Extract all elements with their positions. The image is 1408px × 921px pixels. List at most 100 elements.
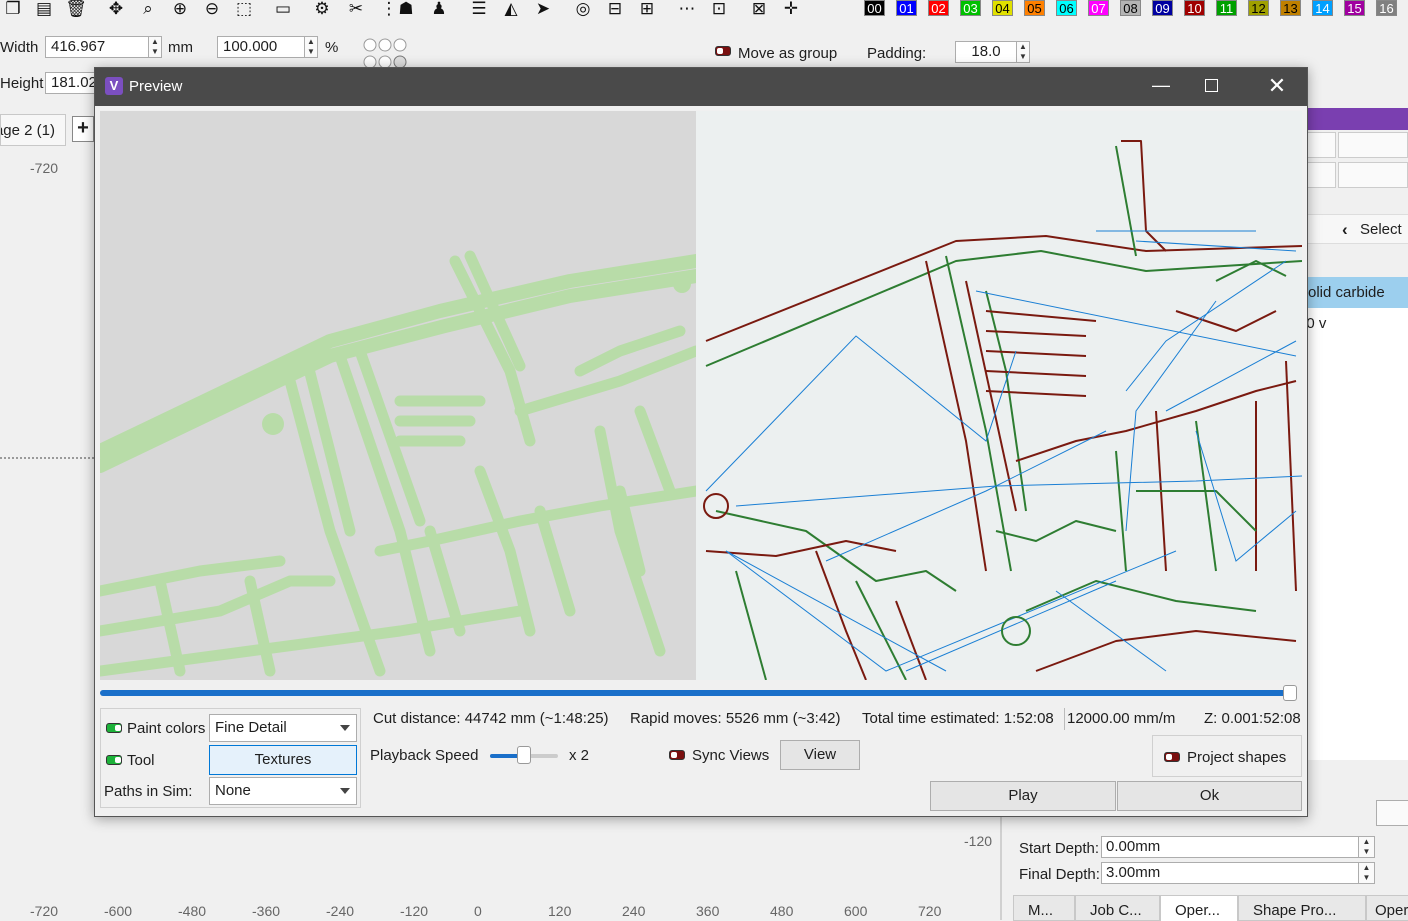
carved-dot (673, 275, 691, 293)
sync-views-toggle[interactable] (669, 750, 685, 760)
scale-input[interactable]: 100.000 (217, 36, 305, 58)
textures-button[interactable]: Textures (209, 745, 357, 775)
ruler-tick-label: -720 (30, 903, 59, 919)
width-input[interactable]: 416.967 (45, 36, 149, 58)
group-icon[interactable]: ☗ (395, 0, 417, 18)
paste-icon[interactable]: ▤ (33, 0, 55, 18)
panel-button-1[interactable] (1306, 132, 1336, 158)
move-as-group-toggle[interactable] (715, 46, 731, 56)
paths-in-sim-value: None (215, 782, 251, 799)
tool-item-selected[interactable]: Solid carbide (1296, 277, 1408, 308)
tab-m[interactable]: M... (1013, 895, 1075, 921)
select-box-icon[interactable]: ⬚ (233, 0, 255, 18)
tool-label: Tool (127, 752, 155, 769)
zoom-out-icon[interactable]: ⊖ (201, 0, 223, 18)
node-spacing-icon[interactable]: ⊠ (748, 0, 770, 18)
scale-spinner[interactable]: ▲ ▼ (305, 36, 318, 58)
play-button[interactable]: Play (930, 781, 1116, 811)
person-icon[interactable]: ♟ (428, 0, 450, 18)
layer-04-button[interactable]: 04 (992, 0, 1013, 16)
final-depth-spinner[interactable]: ▲ ▼ (1359, 862, 1375, 884)
chevron-left-icon: ‹ (1342, 220, 1348, 239)
layer-00-button[interactable]: 00 (864, 0, 885, 16)
layer-11-button[interactable]: 11 (1216, 0, 1237, 16)
layer-05-button[interactable]: 05 (1024, 0, 1045, 16)
select-button[interactable]: ‹ Select (1306, 214, 1408, 244)
ruler-top-left: -720 (30, 160, 59, 176)
chevron-down-icon (340, 788, 350, 794)
layer-02-button[interactable]: 02 (928, 0, 949, 16)
layer-03-button[interactable]: 03 (960, 0, 981, 16)
layer-07-button[interactable]: 07 (1088, 0, 1109, 16)
node-distribute-icon[interactable]: ⋯ (676, 0, 698, 18)
toolpath-view[interactable] (696, 111, 1302, 680)
spacing-icon[interactable]: ⊡ (708, 0, 730, 18)
layer-08-button[interactable]: 08 (1120, 0, 1141, 16)
panel-button-2[interactable] (1338, 132, 1408, 158)
distribute-icon[interactable]: ⊞ (636, 0, 658, 18)
maximize-icon[interactable] (1205, 79, 1218, 92)
start-depth-spinner[interactable]: ▲ ▼ (1359, 836, 1375, 858)
tab-operations-2[interactable]: Oper (1366, 895, 1408, 921)
layer-06-button[interactable]: 06 (1056, 0, 1077, 16)
panel-button-3[interactable] (1306, 162, 1336, 188)
tab-job[interactable]: Job C... (1075, 895, 1160, 921)
padding-input[interactable]: 18.0 (955, 41, 1017, 63)
minimize-icon[interactable]: — (1147, 72, 1175, 100)
vertical-align-icon[interactable]: ⊟ (604, 0, 626, 18)
height-label: Height (0, 75, 44, 92)
panel-side-button[interactable] (1376, 800, 1408, 826)
z-time-stat: Z: 0.001:52:08 (1204, 710, 1301, 727)
simulation-3d-view[interactable] (100, 111, 696, 680)
ruler-tick-label: 120 (548, 903, 572, 919)
layer-01-button[interactable]: 01 (896, 0, 917, 16)
detail-dropdown[interactable]: Fine Detail (209, 714, 357, 742)
start-depth-input[interactable]: 0.00mm (1101, 836, 1359, 858)
tab-shape-properties[interactable]: Shape Pro... (1238, 895, 1366, 921)
align-icon[interactable]: ☰ (468, 0, 490, 18)
view-button[interactable]: View (780, 740, 860, 770)
move-icon[interactable]: ✥ (105, 0, 127, 18)
monitor-icon[interactable]: ▭ (272, 0, 294, 18)
playback-speed-handle[interactable] (517, 746, 531, 764)
zoom-lasso-icon[interactable]: ⌕ (137, 0, 159, 18)
tab-operations-active[interactable]: Oper... (1160, 895, 1238, 921)
ruler-tick-label: -480 (178, 903, 207, 919)
ok-button[interactable]: Ok (1117, 781, 1302, 811)
zoom-in-icon[interactable]: ⊕ (169, 0, 191, 18)
playback-progress-track[interactable] (100, 690, 1290, 696)
tool-item[interactable]: 90 v (1296, 308, 1408, 340)
paths-in-sim-dropdown[interactable]: None (209, 777, 357, 805)
layer-14-button[interactable]: 14 (1312, 0, 1333, 16)
anchor-grid-icon[interactable] (360, 34, 416, 69)
layer-12-button[interactable]: 12 (1248, 0, 1269, 16)
target-icon[interactable]: ◎ (572, 0, 594, 18)
layer-16-button[interactable]: 16 (1376, 0, 1397, 16)
playback-multiplier: x 2 (569, 747, 590, 764)
layer-15-button[interactable]: 15 (1344, 0, 1365, 16)
close-icon[interactable]: ✕ (1263, 72, 1291, 100)
total-time-stat: Total time estimated: 1:52:08 (862, 710, 1054, 727)
layer-13-button[interactable]: 13 (1280, 0, 1301, 16)
page-tab[interactable]: Page 2 (1) (0, 114, 66, 146)
ruler-right-label: -120 (964, 833, 993, 849)
padding-spinner[interactable]: ▲ ▼ (1017, 41, 1030, 63)
gear-icon[interactable]: ⚙ (311, 0, 333, 18)
tools-icon[interactable]: ✂ (345, 0, 367, 18)
paint-colors-toggle[interactable] (106, 723, 122, 733)
panel-button-4[interactable] (1338, 162, 1408, 188)
layer-09-button[interactable]: 09 (1152, 0, 1173, 16)
width-spinner[interactable]: ▲ ▼ (149, 36, 162, 58)
width-label: Width (0, 39, 39, 56)
final-depth-input[interactable]: 3.00mm (1101, 862, 1359, 884)
project-shapes-toggle[interactable] (1164, 752, 1180, 762)
tool-toggle[interactable] (106, 755, 122, 765)
trash-icon[interactable]: 🗑 (65, 0, 87, 18)
layer-10-button[interactable]: 10 (1184, 0, 1205, 16)
copy-icon[interactable]: ❐ (2, 0, 24, 18)
add-page-icon[interactable]: + (72, 116, 94, 142)
crosshair-icon[interactable]: ✛ (780, 0, 802, 18)
send-icon[interactable]: ➤ (532, 0, 554, 18)
playback-progress-handle[interactable] (1283, 685, 1297, 701)
mirror-icon[interactable]: ◭ (500, 0, 522, 18)
